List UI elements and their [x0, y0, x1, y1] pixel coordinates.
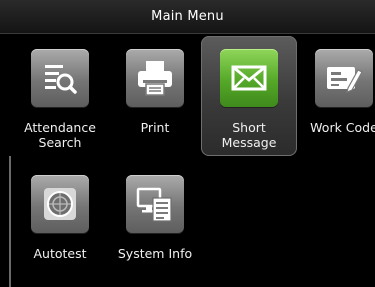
scrollbar[interactable] [9, 156, 11, 287]
menu-item-short-message[interactable]: Short Message [201, 36, 297, 156]
menu-item-work-code[interactable]: Work Code [296, 36, 375, 156]
menu-item-system-info[interactable]: System Info [107, 162, 203, 282]
system-info-icon [136, 187, 172, 222]
attendance-search-icon [45, 65, 77, 94]
work-code-tile [315, 49, 373, 107]
short-message-tile [220, 49, 278, 107]
menu-item-attendance-search[interactable]: Attendance Search [12, 36, 108, 156]
menu-item-label: System Info [117, 246, 193, 261]
work-code-icon [327, 67, 363, 93]
printer-icon [138, 61, 172, 96]
autotest-icon [44, 188, 76, 220]
print-tile [126, 49, 184, 107]
system-info-tile [126, 175, 184, 233]
menu-item-print[interactable]: Print [107, 36, 203, 156]
autotest-tile [31, 175, 89, 233]
envelope-icon [231, 65, 267, 91]
title-bar: Main Menu [0, 0, 375, 34]
menu-item-label: Work Code [310, 120, 375, 135]
page-title: Main Menu [151, 9, 224, 24]
menu-item-autotest[interactable]: Autotest [12, 162, 108, 282]
attendance-search-tile [31, 49, 89, 107]
